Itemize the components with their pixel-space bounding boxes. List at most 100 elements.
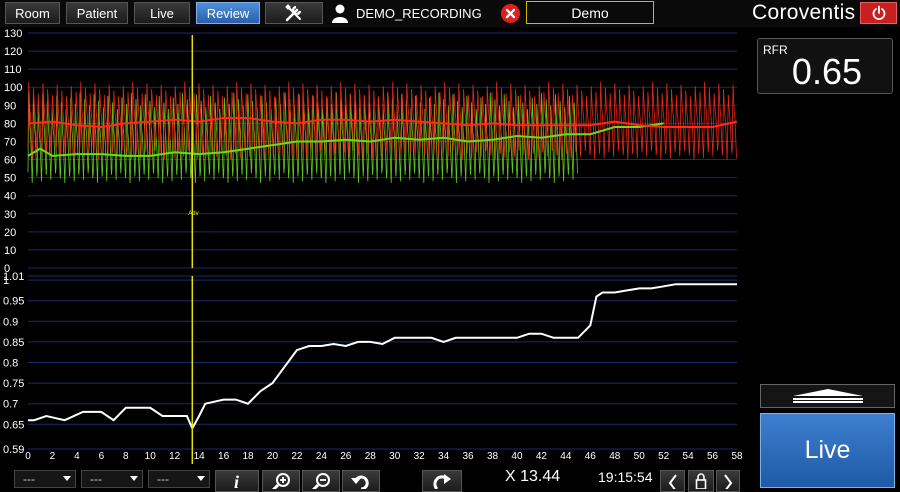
close-icon	[505, 8, 516, 19]
y-tick-label-top: 60	[4, 155, 16, 167]
tab-review[interactable]: Review	[196, 2, 260, 24]
tab-live[interactable]: Live	[134, 2, 190, 24]
x-tick-label: 40	[511, 451, 523, 462]
x-tick-label: 44	[560, 451, 572, 462]
x-tick-label: 28	[365, 451, 377, 462]
dropdown-3-value: ---	[157, 472, 169, 486]
x-tick-label: 36	[463, 451, 475, 462]
next-icon	[724, 474, 733, 489]
redo-icon	[433, 474, 451, 489]
x-tick-label: 2	[50, 451, 56, 462]
x-tick-label: 50	[634, 451, 646, 462]
y-tick-label-top: 90	[4, 100, 16, 112]
y-tick-label-top: 30	[4, 209, 16, 221]
x-tick-label: 34	[438, 451, 450, 462]
tab-live-label: Live	[150, 5, 174, 21]
x-tick-label: 24	[316, 451, 328, 462]
x-tick-label: 54	[683, 451, 695, 462]
recording-name: DEMO_RECORDING	[356, 5, 482, 21]
x-tick-label: 38	[487, 451, 499, 462]
x-tick-label: 8	[123, 451, 129, 462]
y-tick-label-top: 110	[4, 64, 22, 76]
x-tick-label: 16	[218, 451, 230, 462]
mode-label: Demo	[571, 4, 609, 21]
tab-patient-label: Patient	[76, 5, 118, 21]
recording-selector[interactable]: DEMO_RECORDING	[330, 2, 482, 24]
y-tick-label-top: 50	[4, 173, 16, 185]
chevron-down-icon	[130, 476, 138, 481]
zoom-in-icon	[271, 473, 290, 489]
dropdown-1[interactable]: ---	[14, 470, 76, 488]
previous-button[interactable]	[660, 470, 685, 492]
svg-text:i: i	[234, 472, 239, 489]
tab-room-label: Room	[15, 5, 50, 21]
x-tick-label: 10	[145, 451, 157, 462]
collapse-panel-button[interactable]	[760, 384, 895, 408]
zoom-out-button[interactable]	[302, 470, 340, 492]
undo-icon	[351, 475, 369, 489]
settings-button[interactable]	[265, 2, 323, 24]
close-recording-button[interactable]	[501, 4, 520, 23]
info-icon: i	[234, 472, 239, 489]
zoom-in-button[interactable]	[262, 470, 300, 492]
y-tick-label-bottom: 0.8	[3, 358, 18, 370]
clock: 19:15:54	[598, 469, 653, 485]
redo-button[interactable]	[422, 470, 462, 492]
chevron-down-icon	[197, 476, 205, 481]
x-tick-label: 46	[585, 451, 597, 462]
x-tick-label: 32	[414, 451, 426, 462]
x-tick-label: 20	[267, 451, 279, 462]
tab-patient[interactable]: Patient	[66, 2, 128, 24]
rfr-value: 0.65	[791, 51, 862, 92]
live-button[interactable]: Live	[760, 413, 895, 488]
y-tick-label-top: 20	[4, 227, 16, 239]
y-tick-label-bottom: 0.59	[3, 444, 24, 456]
power-button[interactable]	[860, 2, 897, 24]
x-tick-label: 58	[731, 451, 743, 462]
x-tick-label: 26	[340, 451, 352, 462]
user-icon	[332, 4, 348, 23]
x-tick-label: 30	[389, 451, 401, 462]
y-tick-label-top: 100	[4, 82, 22, 94]
y-tick-label-bottom: 1.01	[3, 271, 24, 283]
zoom-out-icon	[311, 473, 330, 489]
x-tick-label: 6	[99, 451, 105, 462]
y-tick-label-top: 10	[4, 245, 16, 257]
chevron-down-icon	[63, 476, 71, 481]
collapse-panel-icon	[792, 389, 863, 403]
x-tick-label: 22	[291, 451, 303, 462]
x-tick-label: 18	[242, 451, 254, 462]
y-tick-label-bottom: 0.7	[3, 399, 18, 411]
x-tick-label: 14	[194, 451, 206, 462]
dropdown-1-value: ---	[23, 472, 35, 486]
y-tick-label-top: 80	[4, 118, 16, 130]
x-tick-label: 52	[658, 451, 670, 462]
y-tick-label-top: 70	[4, 136, 16, 148]
y-tick-label-top: 40	[4, 191, 16, 203]
x-tick-label: 56	[707, 451, 719, 462]
info-button[interactable]: i	[215, 470, 259, 492]
lock-icon	[695, 473, 707, 489]
dropdown-3[interactable]: ---	[148, 470, 210, 488]
x-tick-label: 4	[74, 451, 80, 462]
tab-room[interactable]: Room	[5, 2, 60, 24]
tools-icon	[285, 4, 302, 22]
lock-button[interactable]	[688, 470, 714, 492]
prev-icon	[668, 474, 677, 489]
dropdown-2[interactable]: ---	[81, 470, 143, 488]
bottom-toolbar: --- --- --- i X 13.44 19:15:54	[0, 466, 750, 492]
y-tick-label-bottom: 0.75	[3, 378, 24, 390]
y-tick-label-top: 120	[4, 46, 22, 58]
power-icon	[872, 5, 885, 20]
next-button[interactable]	[716, 470, 740, 492]
x-tick-label: 0	[25, 451, 31, 462]
y-tick-label-bottom: 0.65	[3, 419, 24, 431]
rfr-label: RFR	[763, 43, 788, 57]
x-tick-label: 12	[169, 451, 181, 462]
y-tick-label-bottom: 0.9	[3, 316, 18, 328]
undo-button[interactable]	[342, 470, 380, 492]
rfr-panel: RFR 0.65	[757, 38, 893, 94]
y-tick-label-bottom: 0.85	[3, 337, 24, 349]
brand-logo: Coroventis	[752, 1, 856, 24]
dropdown-2-value: ---	[90, 472, 102, 486]
